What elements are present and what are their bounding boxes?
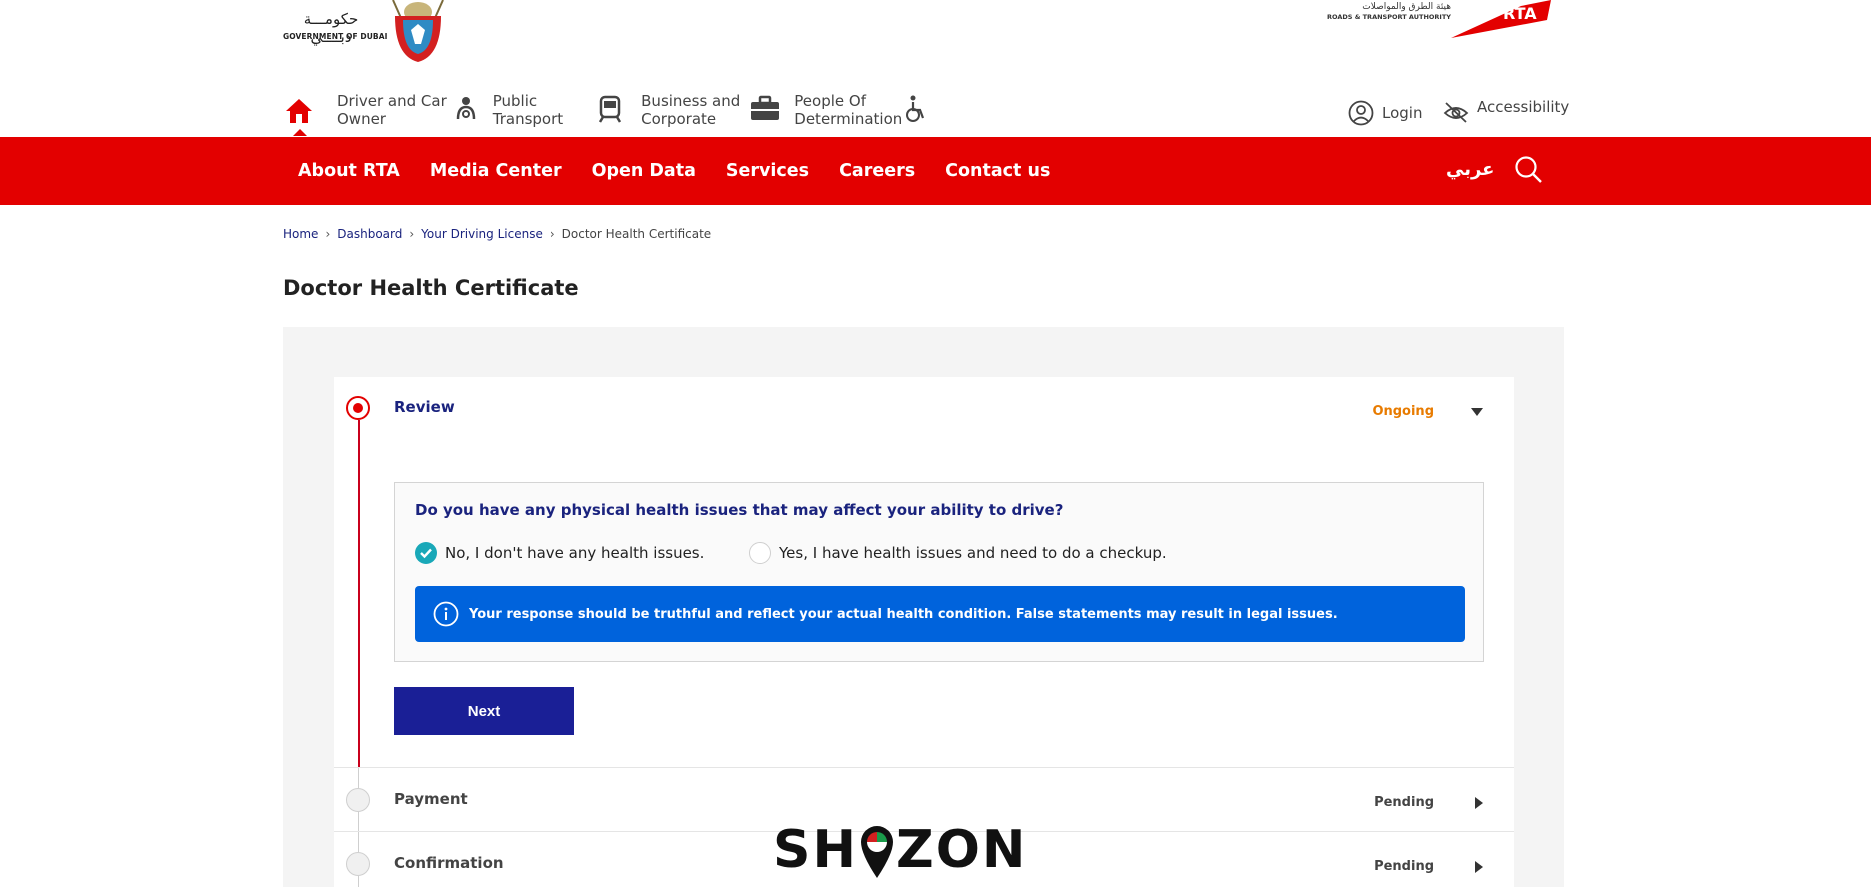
nav-people-of-determination[interactable]: People Of Determination: [794, 92, 928, 136]
briefcase-icon: [751, 95, 780, 120]
shozon-text-right: ZON: [895, 820, 1028, 880]
menu-services[interactable]: Services: [726, 161, 809, 181]
page-title: Doctor Health Certificate: [283, 276, 579, 300]
active-caret: [293, 129, 307, 136]
breadcrumb-home[interactable]: Home: [283, 227, 318, 241]
top-navigation: Driver and Car Owner Public Transport Bu…: [283, 92, 942, 136]
breadcrumb-dashboard[interactable]: Dashboard: [337, 227, 402, 241]
main-menu-bar: About RTA Media Center Open Data Service…: [0, 137, 1871, 205]
main-menu: About RTA Media Center Open Data Service…: [298, 137, 1080, 205]
login-label: Login: [1382, 104, 1423, 122]
health-question: Do you have any physical health issues t…: [415, 501, 1064, 519]
train-icon: [599, 95, 622, 123]
caret-right-icon[interactable]: [1474, 860, 1484, 874]
info-notice-text: Your response should be truthful and ref…: [469, 606, 1338, 622]
chevron-right-icon: ›: [325, 227, 331, 241]
home-icon: [286, 99, 312, 123]
nav-public-transport[interactable]: Public Transport: [493, 92, 627, 136]
step-connector-line: [358, 876, 359, 887]
rta-mark-text: RTA: [1503, 4, 1537, 23]
step-pending-indicator: [346, 788, 370, 812]
nav-home[interactable]: [283, 92, 315, 136]
gov-logo-english: GOVERNMENT OF DUBAI: [283, 32, 388, 41]
nav-transport-label: Public Transport: [492, 92, 564, 128]
service-panel: Review Ongoing Do you have any physical …: [283, 327, 1564, 887]
step-connector-line: [358, 768, 359, 788]
info-notice: Your response should be truthful and ref…: [415, 586, 1465, 642]
nav-business-label: Business and Corporate: [641, 92, 741, 128]
option-yes-health-issues[interactable]: Yes, I have health issues and need to do…: [749, 542, 1167, 564]
shozon-logo: SH ZON: [773, 820, 1043, 880]
menu-open-data[interactable]: Open Data: [592, 161, 696, 181]
shozon-text-left: SH: [773, 820, 858, 880]
menu-contact-us[interactable]: Contact us: [945, 161, 1050, 181]
step-payment-name: Payment: [394, 790, 468, 808]
breadcrumb-your-driving-license[interactable]: Your Driving License: [421, 227, 543, 241]
info-icon: [433, 601, 459, 627]
step-pending-indicator: [346, 852, 370, 876]
wheelchair-icon: [906, 95, 925, 122]
step-connector-line: [358, 812, 359, 832]
login-link[interactable]: Login: [1348, 100, 1422, 126]
step-review-name: Review: [394, 398, 455, 416]
rta-logo[interactable]: هيئة الطرق والمواصلات ROADS & TRANSPORT …: [1326, 0, 1551, 40]
step-progress-line: [358, 420, 360, 767]
rta-logo-arabic: هيئة الطرق والمواصلات: [1362, 2, 1451, 12]
nav-driver-and-car-owner[interactable]: Driver and Car Owner: [337, 92, 479, 136]
option-no-health-issues[interactable]: No, I don't have any health issues.: [415, 542, 704, 564]
accessibility-link[interactable]: Accessibility: [1443, 98, 1570, 124]
language-toggle-arabic[interactable]: عربي: [1446, 159, 1494, 180]
health-question-box: Do you have any physical health issues t…: [394, 482, 1484, 662]
rta-mark-icon: RTA: [1451, 0, 1551, 38]
radio-no[interactable]: [415, 542, 437, 564]
rta-logo-english: ROADS & TRANSPORT AUTHORITY: [1326, 13, 1451, 21]
user-circle-icon: [1348, 100, 1374, 126]
menu-careers[interactable]: Careers: [839, 161, 915, 181]
step-connector-line: [358, 832, 359, 852]
step-review: Review Ongoing Do you have any physical …: [334, 377, 1514, 767]
option-yes-label: Yes, I have health issues and need to do…: [779, 544, 1167, 562]
breadcrumb-current: Doctor Health Certificate: [561, 227, 712, 241]
step-active-indicator: [346, 396, 370, 420]
shozon-watermark: SH ZON: [773, 820, 1043, 887]
menu-media-center[interactable]: Media Center: [430, 161, 562, 181]
nav-business-and-corporate[interactable]: Business and Corporate: [641, 92, 780, 136]
caret-right-icon[interactable]: [1474, 796, 1484, 810]
next-button[interactable]: Next: [394, 687, 574, 735]
step-review-status: Ongoing: [1372, 404, 1434, 419]
breadcrumb: Home › Dashboard › Your Driving License …: [283, 227, 711, 241]
option-no-label: No, I don't have any health issues.: [445, 544, 705, 562]
dubai-emblem-icon: [392, 0, 444, 62]
government-of-dubai-logo[interactable]: حكومـــة دبــــي GOVERNMENT OF DUBAI: [283, 0, 453, 64]
chevron-right-icon: ›: [549, 227, 555, 241]
nav-determination-label: People Of Determination: [794, 92, 903, 128]
nav-driver-label: Driver and Car Owner: [337, 92, 447, 128]
chevron-right-icon: ›: [409, 227, 415, 241]
map-pin-icon: [859, 824, 895, 878]
step-confirmation-status: Pending: [1374, 859, 1434, 874]
accessibility-label: Accessibility: [1477, 98, 1570, 116]
caret-down-icon[interactable]: [1470, 407, 1484, 417]
step-confirmation-name: Confirmation: [394, 854, 504, 872]
steps-card: Review Ongoing Do you have any physical …: [334, 377, 1514, 887]
check-icon: [420, 548, 432, 559]
search-icon[interactable]: [1514, 155, 1544, 185]
eye-slash-icon: [1443, 102, 1469, 123]
driver-icon: [456, 97, 475, 120]
menu-about-rta[interactable]: About RTA: [298, 161, 400, 181]
step-payment-status: Pending: [1374, 795, 1434, 810]
radio-yes[interactable]: [749, 542, 771, 564]
